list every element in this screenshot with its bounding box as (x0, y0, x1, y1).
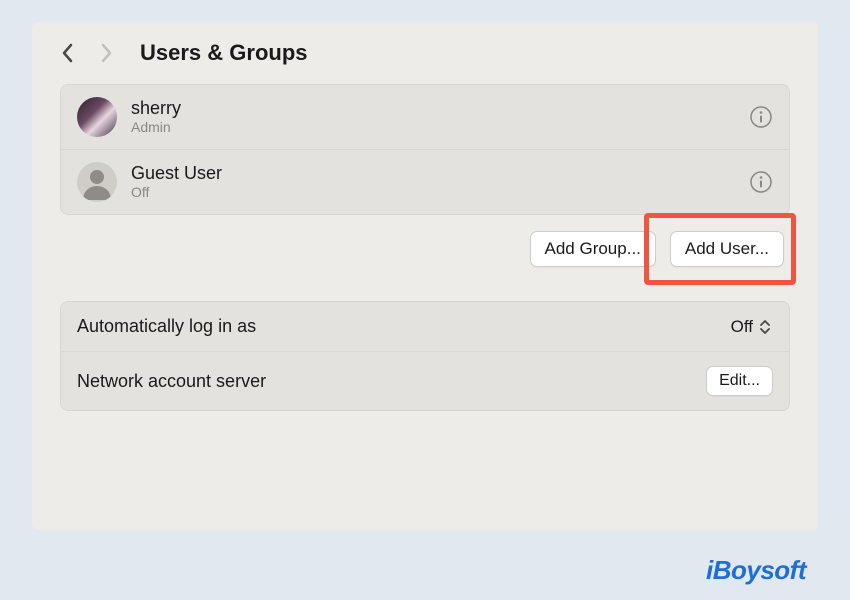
info-icon (750, 171, 772, 193)
info-button[interactable] (749, 170, 773, 194)
user-role: Admin (131, 119, 735, 135)
user-text: sherry Admin (131, 99, 735, 136)
avatar (77, 162, 117, 202)
user-row[interactable]: Guest User Off (61, 149, 789, 214)
user-role: Off (131, 184, 735, 200)
chevron-left-icon (61, 43, 73, 63)
back-button[interactable] (60, 42, 74, 64)
network-server-row: Network account server Edit... (61, 351, 789, 410)
user-name: Guest User (131, 164, 735, 184)
add-group-button[interactable]: Add Group... (530, 231, 656, 267)
user-name: sherry (131, 99, 735, 119)
auto-login-select[interactable]: Off (731, 317, 773, 337)
info-icon (750, 106, 772, 128)
forward-button[interactable] (100, 42, 114, 64)
user-text: Guest User Off (131, 164, 735, 201)
nav-arrows (60, 42, 114, 64)
auto-login-value: Off (731, 317, 753, 337)
actions-row: Add Group... Add User... (60, 231, 790, 267)
auto-login-row: Automatically log in as Off (61, 302, 789, 351)
avatar (77, 97, 117, 137)
watermark: iBoysoft (706, 555, 806, 586)
info-button[interactable] (749, 105, 773, 129)
header: Users & Groups (60, 40, 790, 66)
user-row[interactable]: sherry Admin (61, 85, 789, 149)
settings-window: Users & Groups sherry Admin (32, 22, 818, 530)
add-user-button[interactable]: Add User... (670, 231, 784, 267)
chevron-right-icon (101, 43, 113, 63)
person-icon (77, 162, 117, 202)
auto-login-label: Automatically log in as (77, 316, 256, 337)
page-title: Users & Groups (140, 40, 308, 66)
edit-button[interactable]: Edit... (706, 366, 773, 396)
up-down-icon (757, 320, 773, 334)
network-server-label: Network account server (77, 371, 266, 392)
users-panel: sherry Admin Guest User Off (60, 84, 790, 215)
settings-panel: Automatically log in as Off Network acco… (60, 301, 790, 411)
